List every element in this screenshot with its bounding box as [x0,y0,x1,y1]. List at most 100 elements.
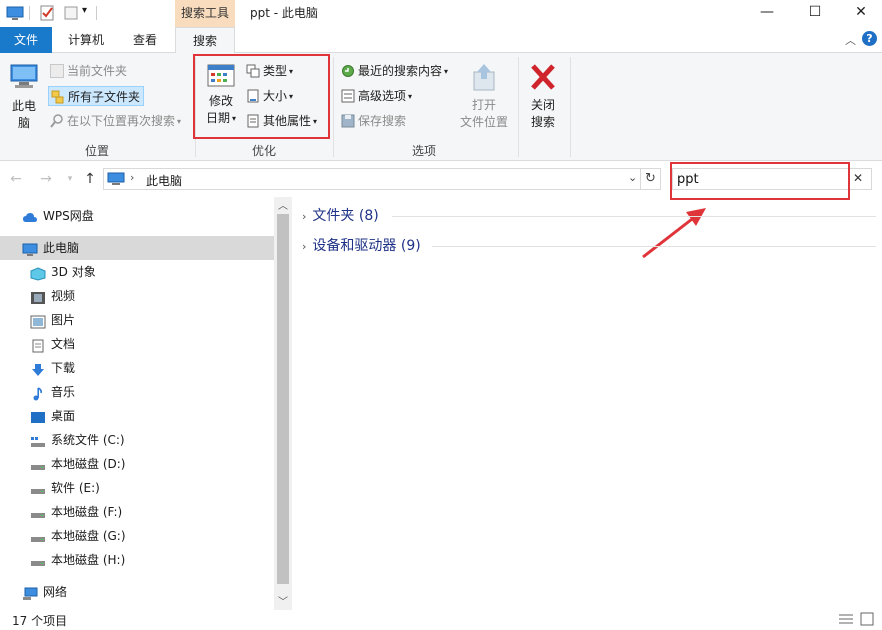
collapse-ribbon-icon[interactable]: ︿ [845,32,856,48]
minimize-button[interactable]: — [744,0,790,27]
item-count: 17 个项目 [12,614,68,628]
group-divider [392,216,876,217]
ribbon: 此电 脑 当前文件夹 所有子文件夹 在以下位置再次搜索 ▾ 位置 修改 日期 ▾ 类… [0,53,882,161]
open-location-icon [473,64,495,91]
address-bar[interactable]: › 此电脑 ⌄ ↻ [103,168,661,190]
nav-item-label: 本地磁盘 (F:) [51,505,123,519]
open-location-label-line2: 文件位置 [459,115,508,129]
open-file-location-button[interactable]: 打开 文件位置 [456,62,512,131]
nav-item-drive-e[interactable]: 软件 (E:) [0,476,274,500]
date-modified-label-line2: 日期 [205,111,230,125]
current-folder-button[interactable]: 当前文件夹 [50,61,127,81]
scrollbar-thumb[interactable] [277,214,289,584]
recent-searches-button[interactable]: 最近的搜索内容 ▾ [341,61,448,81]
close-button[interactable]: ✕ [838,0,882,27]
tab-search[interactable]: 搜索 [175,27,235,54]
new-folder-icon[interactable] [62,4,80,22]
all-subfolders-button[interactable]: 所有子文件夹 [48,86,145,106]
details-view-icon[interactable] [838,612,854,629]
group-header-label: 文件夹 (8) [312,208,379,224]
address-path[interactable]: 此电脑 [146,172,182,189]
maximize-button[interactable]: ☐ [792,0,838,27]
dropdown-caret-icon: ▾ [289,92,294,101]
scroll-up-icon[interactable]: ︿ [278,197,288,212]
refresh-icon[interactable]: ↻ [640,169,660,189]
date-modified-button[interactable]: 修改 日期 ▾ [202,62,240,127]
close-search-button[interactable]: 关闭 搜索 [524,62,562,131]
clear-search-icon[interactable]: ✕ [853,171,863,185]
close-search-icon [531,64,555,90]
kind-button[interactable]: 类型 ▾ [246,61,293,81]
group-label-location: 位置 [84,144,109,158]
nav-item-3d-objects[interactable]: 3D 对象 [0,260,274,284]
properties-icon[interactable] [38,4,56,22]
forward-arrow-icon[interactable]: → [36,169,56,189]
tab-view[interactable]: 查看 [118,27,172,53]
nav-item-label: 图片 [51,313,76,327]
network-icon [22,585,38,600]
recent-locations-icon[interactable]: ▾ [60,169,80,189]
nav-item-drive-h[interactable]: 本地磁盘 (H:) [0,548,274,572]
other-properties-button[interactable]: 其他属性 ▾ [246,111,317,131]
nav-item-label: 网络 [43,585,68,599]
scroll-down-icon[interactable]: ﹀ [278,593,288,608]
nav-item-label: 下载 [51,361,76,375]
expand-chevron-icon[interactable]: › [302,240,306,253]
nav-item-label: 本地磁盘 (H:) [51,553,126,567]
help-icon[interactable]: ? [862,31,877,46]
expand-chevron-icon[interactable]: › [302,210,306,223]
nav-scrollbar[interactable]: ︿ ﹀ [274,197,292,610]
search-icon [50,114,64,128]
tab-file[interactable]: 文件 [0,27,52,53]
advanced-options-button[interactable]: 高级选项 ▾ [341,86,412,106]
advanced-options-label: 高级选项 [358,89,407,103]
nav-item-drive-d[interactable]: 本地磁盘 (D:) [0,452,274,476]
this-pc-label-line2: 脑 [17,116,30,130]
nav-item-music[interactable]: 音乐 [0,380,274,404]
this-pc-icon [22,241,38,256]
customize-quick-access-icon[interactable]: ▾ [82,5,87,16]
nav-item-downloads[interactable]: 下载 [0,356,274,380]
cube-3d-icon [30,265,46,281]
dropdown-caret-icon: ▾ [289,67,294,76]
this-pc-button[interactable]: 此电 脑 [6,59,42,132]
calendar-icon [207,64,235,87]
address-dropdown-icon[interactable]: ⌄ [628,171,637,184]
recent-searches-label: 最近的搜索内容 [358,64,443,78]
breadcrumb-chevron-icon[interactable]: › [130,171,134,184]
this-pc-label-line1: 此电 [11,99,36,113]
close-search-label-line1: 关闭 [530,98,555,112]
current-folder-label: 当前文件夹 [67,64,128,78]
save-search-button[interactable]: 保存搜索 [341,111,406,131]
recent-searches-icon [341,64,355,78]
size-button[interactable]: 大小 ▾ [246,86,293,106]
back-arrow-icon[interactable]: ← [6,169,26,189]
up-arrow-icon[interactable]: ↑ [80,169,100,189]
content-pane [292,197,882,610]
nav-item-drive-f[interactable]: 本地磁盘 (F:) [0,500,274,524]
title-bar: ▾ 搜索工具 ppt - 此电脑 — ☐ ✕ [0,0,882,27]
computer-icon[interactable] [6,4,24,22]
group-label-options: 选项 [411,144,436,158]
open-location-label-line1: 打开 [471,98,496,112]
kind-label: 类型 [263,64,288,78]
nav-item-pictures[interactable]: 图片 [0,308,274,332]
nav-item-documents[interactable]: 文档 [0,332,274,356]
kind-icon [246,64,260,78]
search-again-in-button[interactable]: 在以下位置再次搜索 ▾ [50,111,181,131]
nav-item-drive-c[interactable]: 系统文件 (C:) [0,428,274,452]
large-icons-view-icon[interactable] [860,612,874,629]
music-icon [30,385,46,401]
nav-item-videos[interactable]: 视频 [0,284,274,308]
nav-item-desktop[interactable]: 桌面 [0,404,274,428]
group-header-devices[interactable]: › 设备和驱动器 (9) [302,235,421,257]
nav-item-this-pc[interactable]: 此电脑 [0,236,274,260]
group-separator [333,57,334,157]
nav-item-wps[interactable]: WPS网盘 [0,204,274,228]
nav-item-network[interactable]: 网络 [0,580,274,604]
nav-item-label: 音乐 [51,385,76,399]
tab-computer[interactable]: 计算机 [58,27,114,53]
system-drive-icon [30,433,46,447]
group-header-folders[interactable]: › 文件夹 (8) [302,205,379,227]
nav-item-drive-g[interactable]: 本地磁盘 (G:) [0,524,274,548]
